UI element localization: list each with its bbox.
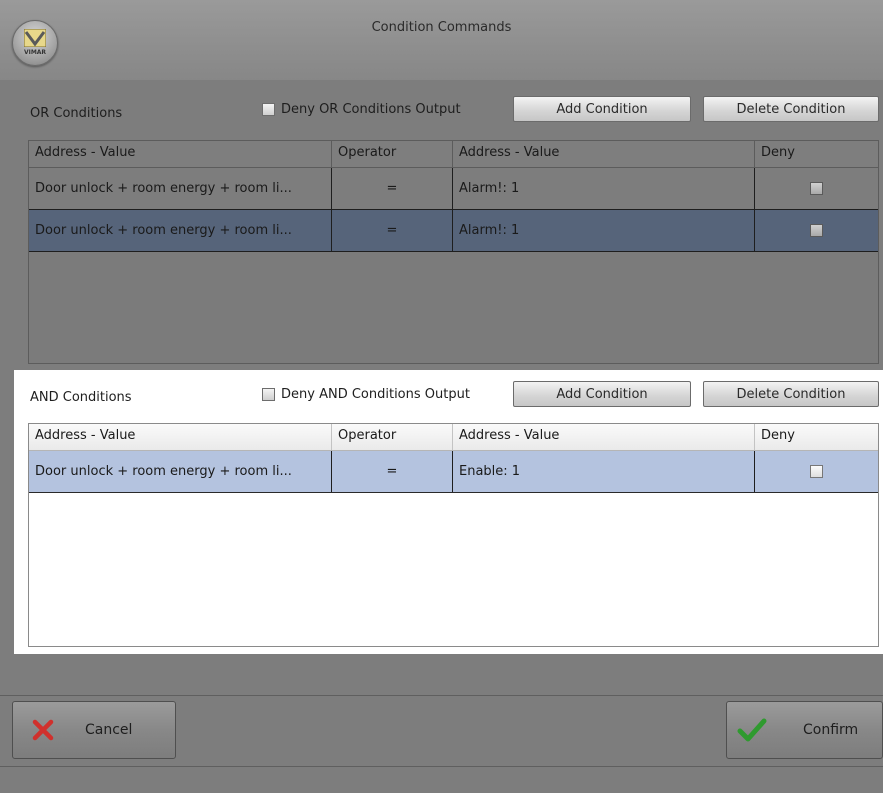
column-header-address[interactable]: Address - Value <box>29 141 332 167</box>
deny-checkbox[interactable] <box>810 182 823 195</box>
checkmark-icon <box>737 718 767 742</box>
column-header-deny[interactable]: Deny <box>755 141 878 167</box>
and-conditions-grid[interactable]: Address - Value Operator Address - Value… <box>28 423 879 647</box>
confirm-label: Confirm <box>803 722 859 738</box>
close-icon <box>32 719 54 741</box>
and-conditions-label: AND Conditions <box>30 390 132 405</box>
or-conditions-label: OR Conditions <box>30 106 123 121</box>
grid-header: Address - Value Operator Address - Value… <box>29 141 878 168</box>
column-header-address-value[interactable]: Address - Value <box>453 141 755 167</box>
row-operator-cell[interactable]: = <box>332 451 453 492</box>
row-address-cell[interactable]: Door unlock + room energy + room li... <box>29 451 332 492</box>
table-row-selected[interactable]: Door unlock + room energy + room li... =… <box>29 451 878 493</box>
column-header-operator[interactable]: Operator <box>332 424 453 450</box>
dialog-window: VIMAR Condition Commands OR Conditions D… <box>0 0 883 793</box>
row-deny-cell[interactable] <box>755 210 878 251</box>
column-header-address-value[interactable]: Address - Value <box>453 424 755 450</box>
row-deny-cell[interactable] <box>755 451 878 492</box>
row-address-cell[interactable]: Door unlock + room energy + room li... <box>29 168 332 209</box>
title-bar: VIMAR Condition Commands <box>0 0 883 80</box>
cancel-label: Cancel <box>85 722 133 738</box>
row-operator-cell[interactable]: = <box>332 168 453 209</box>
window-title: Condition Commands <box>371 20 512 35</box>
deny-and-output-label: Deny AND Conditions Output <box>281 387 470 402</box>
cancel-button[interactable]: Cancel <box>12 701 176 759</box>
deny-checkbox[interactable] <box>810 465 823 478</box>
column-header-address[interactable]: Address - Value <box>29 424 332 450</box>
column-header-deny[interactable]: Deny <box>755 424 878 450</box>
row-address-cell[interactable]: Door unlock + room energy + room li... <box>29 210 332 251</box>
row-value-cell[interactable]: Alarm!: 1 <box>453 168 755 209</box>
footer-bottom-divider <box>0 766 883 767</box>
row-value-cell[interactable]: Enable: 1 <box>453 451 755 492</box>
deny-checkbox[interactable] <box>810 224 823 237</box>
or-add-condition-button[interactable]: Add Condition <box>513 96 691 122</box>
table-row[interactable]: Door unlock + room energy + room li... =… <box>29 168 878 210</box>
deny-or-output-label: Deny OR Conditions Output <box>281 102 461 117</box>
grid-header: Address - Value Operator Address - Value… <box>29 424 878 451</box>
checkbox-box[interactable] <box>262 103 275 116</box>
or-conditions-grid[interactable]: Address - Value Operator Address - Value… <box>28 140 879 364</box>
logo-text: VIMAR <box>23 49 47 56</box>
and-delete-condition-button[interactable]: Delete Condition <box>703 381 879 407</box>
checkbox-box[interactable] <box>262 388 275 401</box>
column-header-operator[interactable]: Operator <box>332 141 453 167</box>
and-add-condition-button[interactable]: Add Condition <box>513 381 691 407</box>
row-deny-cell[interactable] <box>755 168 878 209</box>
deny-and-output-checkbox[interactable]: Deny AND Conditions Output <box>262 387 470 402</box>
row-value-cell[interactable]: Alarm!: 1 <box>453 210 755 251</box>
table-row-selected[interactable]: Door unlock + room energy + room li... =… <box>29 210 878 252</box>
confirm-button[interactable]: Confirm <box>726 701 883 759</box>
deny-or-output-checkbox[interactable]: Deny OR Conditions Output <box>262 102 461 117</box>
or-delete-condition-button[interactable]: Delete Condition <box>703 96 879 122</box>
footer-divider <box>0 695 883 696</box>
row-operator-cell[interactable]: = <box>332 210 453 251</box>
